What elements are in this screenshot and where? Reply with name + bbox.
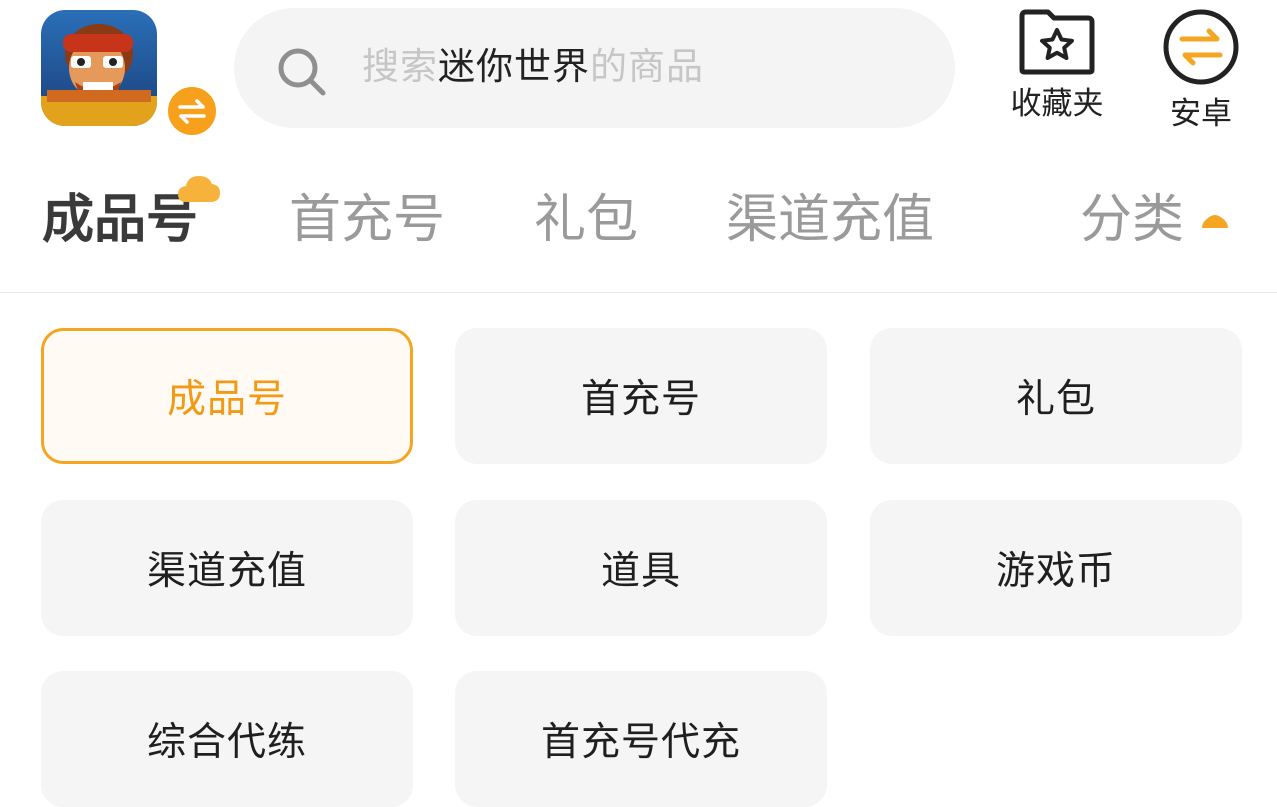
category-chip[interactable]: 游戏币 (870, 500, 1242, 636)
tab-label: 礼包 (534, 190, 639, 250)
category-chip-label: 首充号代充 (540, 720, 741, 765)
star-folder-icon (1019, 9, 1095, 75)
category-chip[interactable]: 渠道充值 (41, 500, 413, 636)
tab-channel-recharge[interactable]: 渠道充值 (726, 188, 934, 252)
swap-circle-icon (1163, 9, 1239, 85)
tab-label: 首充号 (289, 190, 446, 250)
category-chip-label: 成品号 (166, 377, 287, 422)
category-chip-label: 综合代练 (146, 720, 307, 765)
tab-label: 成品号 (42, 190, 199, 250)
search-input[interactable]: 搜索迷你世界的商品 (234, 8, 955, 128)
category-chip-label: 道具 (600, 549, 681, 594)
platform-label: 安卓 (1170, 96, 1232, 132)
category-chip[interactable]: 礼包 (870, 328, 1242, 464)
game-avatar-art (41, 10, 157, 126)
category-toggle-label: 分类 (1080, 190, 1185, 250)
tab-label: 渠道充值 (726, 190, 935, 250)
category-chip[interactable]: 首充号 (455, 328, 827, 464)
tab-first-charge[interactable]: 首充号 (289, 188, 445, 252)
search-placeholder: 搜索迷你世界的商品 (362, 42, 704, 92)
category-toggle[interactable]: 分类 (1080, 188, 1184, 252)
tab-gift-pack[interactable]: 礼包 (534, 188, 638, 252)
category-chip[interactable]: 首充号代充 (455, 671, 827, 807)
category-chip[interactable]: 成品号 (41, 328, 413, 464)
category-chip-label: 渠道充值 (146, 549, 307, 594)
tabs-fade-overlay (950, 160, 1080, 292)
category-chip[interactable]: 综合代练 (41, 671, 413, 807)
search-icon (274, 44, 328, 98)
caret-up-icon[interactable] (1200, 212, 1230, 230)
tab-finished-accounts[interactable]: 成品号 (42, 188, 198, 252)
game-app-icon[interactable] (41, 10, 219, 138)
category-chip-label: 游戏币 (995, 549, 1116, 594)
category-chip[interactable]: 道具 (455, 500, 827, 636)
search-suffix: 的商品 (590, 45, 704, 88)
favorites-button[interactable]: 收藏夹 (997, 8, 1117, 132)
cloud-badge-icon (178, 176, 220, 202)
category-chip-label: 礼包 (1015, 377, 1096, 422)
search-prefix: 搜索 (362, 45, 438, 88)
platform-switch-button[interactable]: 安卓 (1141, 8, 1261, 132)
category-chip-label: 首充号 (580, 377, 701, 422)
favorites-label: 收藏夹 (1010, 86, 1104, 122)
tabs-divider (0, 292, 1277, 293)
swap-arrows-icon[interactable] (165, 84, 219, 138)
category-tabs: 成品号 首充号 礼包 渠道充值 分类 (0, 160, 1277, 292)
search-keyword: 迷你世界 (438, 45, 590, 88)
